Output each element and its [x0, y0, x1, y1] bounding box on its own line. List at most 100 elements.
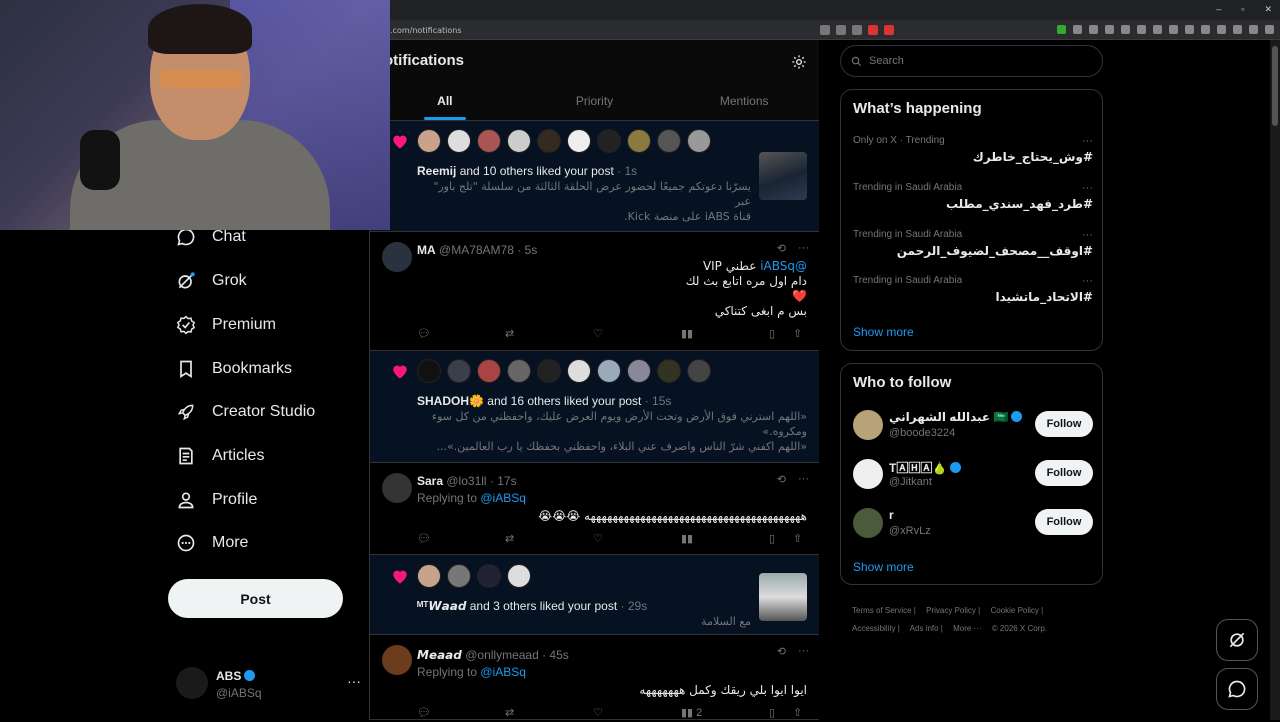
views-icon[interactable]: ▮▮ 2: [681, 706, 702, 719]
trend-item[interactable]: Trending in Saudi Arabia ··· #طرد_فهد_سند…: [853, 182, 1093, 222]
messages-fab[interactable]: [1216, 668, 1258, 710]
post-actions-top[interactable]: ⟲ ···: [777, 242, 809, 255]
reply-notification[interactable]: Sara @lo31ll · 17s ⟲ ··· Replying to @iAB…: [370, 463, 819, 555]
show-more-link[interactable]: Show more: [853, 325, 914, 339]
show-more-link[interactable]: Show more: [853, 560, 914, 574]
post-author[interactable]: 𝙈𝙚𝙖𝙖𝙙 @onllymeaad · 45s: [417, 648, 569, 662]
grok-fab[interactable]: [1216, 619, 1258, 661]
footer-link[interactable]: Cookie Policy |: [990, 606, 1043, 615]
footer-link[interactable]: Ads info |: [910, 624, 943, 633]
liker-avatars[interactable]: [417, 359, 711, 383]
like-notification[interactable]: Reemij and 10 others liked your post · 1…: [370, 121, 819, 238]
footer-link[interactable]: More ···: [953, 624, 981, 633]
liker-avatars[interactable]: [417, 129, 711, 153]
bookmark-icon[interactable]: ▯: [769, 706, 775, 719]
views-icon[interactable]: ▮▮: [681, 327, 693, 340]
reply-notification[interactable]: MA @MA78AM78 · 5s ⟲ ··· @iABSq عطني VIP د…: [370, 232, 819, 351]
reply-icon[interactable]: 💬︎: [417, 706, 431, 719]
reply-icon[interactable]: 💬︎: [417, 532, 431, 545]
sidebar-item-premium[interactable]: Premium: [176, 315, 276, 335]
account-more-icon[interactable]: ···: [347, 673, 361, 689]
url-text[interactable]: .com/notifications: [390, 26, 461, 35]
post-actions-top[interactable]: ⟲ ···: [777, 645, 809, 658]
more-icon[interactable]: ···: [798, 645, 809, 658]
like-notification[interactable]: SHADOH🌼 and 16 others liked your post · …: [370, 351, 819, 463]
like-icon[interactable]: ♡: [593, 706, 603, 719]
tab-mentions[interactable]: Mentions: [669, 80, 819, 120]
post-author[interactable]: MA @MA78AM78 · 5s: [417, 243, 537, 257]
follow-button[interactable]: Follow: [1035, 411, 1093, 437]
grok-icon[interactable]: ⟲: [777, 473, 786, 486]
trend-tag[interactable]: #الاتحاد_ماتشيدا: [995, 290, 1093, 304]
trend-tag[interactable]: #وش_يحتاج_خاطرك: [973, 150, 1093, 164]
grok-icon[interactable]: ⟲: [777, 242, 786, 255]
share-icon[interactable]: ⇧: [793, 532, 802, 545]
extension-icons[interactable]: [1057, 25, 1274, 34]
search-box[interactable]: [840, 45, 1103, 77]
follow-suggestion[interactable]: T🄰🄷🄰🍐 @Jitkant Follow: [853, 457, 1093, 493]
sidebar-item-label: Articles: [212, 447, 265, 464]
trend-item[interactable]: Only on X · Trending ··· #وش_يحتاج_خاطرك: [853, 135, 1093, 175]
grok-icon[interactable]: ⟲: [777, 645, 786, 658]
views-icon[interactable]: ▮▮: [681, 532, 693, 545]
like-icon[interactable]: ♡: [593, 327, 603, 340]
footer-link[interactable]: Terms of Service |: [852, 606, 916, 615]
bookmark-icon[interactable]: ▯: [769, 532, 775, 545]
tab-priority[interactable]: Priority: [520, 80, 670, 120]
post-thumbnail[interactable]: [759, 573, 807, 621]
bookmark-icon[interactable]: ▯: [769, 327, 775, 340]
post-thumbnail[interactable]: [759, 152, 807, 200]
post-author[interactable]: Sara @lo31ll · 17s: [417, 474, 517, 488]
share-icon[interactable]: ⇧: [793, 327, 802, 340]
trend-tag[interactable]: #اوقف__مصحف_لضيوف_الرحمن: [897, 244, 1093, 258]
liker-avatars[interactable]: [417, 564, 531, 588]
post-button[interactable]: Post: [168, 579, 343, 618]
follow-suggestion[interactable]: عبدالله الشهراني 🇸🇦 @boode3224 Follow: [853, 408, 1093, 444]
repost-icon[interactable]: ⇄: [505, 327, 514, 340]
avatar[interactable]: [853, 410, 883, 440]
like-notification[interactable]: ᴹᵀ𝙒𝙖𝙖𝙙 and 3 others liked your post · 29…: [370, 555, 819, 635]
follow-button[interactable]: Follow: [1035, 509, 1093, 535]
sidebar-item-grok[interactable]: Grok: [176, 271, 247, 291]
more-icon[interactable]: ···: [1082, 182, 1093, 194]
more-icon[interactable]: ···: [1082, 135, 1093, 147]
sidebar-item-articles[interactable]: Articles: [176, 446, 264, 466]
reply-icon[interactable]: 💬︎: [417, 327, 431, 340]
gear-icon[interactable]: [791, 54, 807, 70]
page-scrollbar[interactable]: [1270, 40, 1280, 720]
avatar[interactable]: [382, 645, 412, 675]
repost-icon[interactable]: ⇄: [505, 706, 514, 719]
address-bar-icons[interactable]: [820, 25, 894, 35]
footer-link[interactable]: Privacy Policy |: [926, 606, 980, 615]
like-icon[interactable]: ♡: [593, 532, 603, 545]
tab-all[interactable]: All: [370, 80, 520, 120]
copyright-text: © 2026 X Corp.: [991, 624, 1048, 633]
trend-item[interactable]: Trending in Saudi Arabia ··· #الاتحاد_مات…: [853, 275, 1093, 315]
search-input[interactable]: [869, 55, 1069, 67]
avatar[interactable]: [382, 242, 412, 272]
trend-item[interactable]: Trending in Saudi Arabia ··· #اوقف__مصحف_…: [853, 229, 1093, 269]
avatar[interactable]: [853, 508, 883, 538]
avatar[interactable]: [382, 473, 412, 503]
more-icon[interactable]: ···: [798, 242, 809, 255]
window-controls[interactable]: – ▫ ✕: [1216, 4, 1272, 15]
repost-icon[interactable]: ⇄: [505, 532, 514, 545]
follow-button[interactable]: Follow: [1035, 460, 1093, 486]
post-actions-top[interactable]: ⟲ ···: [777, 473, 809, 486]
sidebar-item-more[interactable]: More: [176, 533, 248, 553]
avatar[interactable]: [853, 459, 883, 489]
follow-suggestion[interactable]: r @xRvLz Follow: [853, 506, 1093, 542]
account-switcher[interactable]: ABS @iABSq ···: [176, 665, 361, 705]
trend-tag[interactable]: #طرد_فهد_سندي_مطلب: [946, 197, 1093, 211]
share-icon[interactable]: ⇧: [793, 706, 802, 719]
reply-notification[interactable]: 𝙈𝙚𝙖𝙖𝙙 @onllymeaad · 45s ⟲ ··· Replying to…: [370, 635, 819, 720]
scrollbar-thumb[interactable]: [1272, 46, 1278, 126]
sidebar-item-profile[interactable]: Profile: [176, 490, 257, 510]
more-icon[interactable]: ···: [798, 473, 809, 486]
footer-link[interactable]: Accessibility |: [852, 624, 900, 633]
more-icon[interactable]: ···: [1082, 275, 1093, 287]
sidebar-item-bookmarks[interactable]: Bookmarks: [176, 359, 292, 379]
more-icon[interactable]: ···: [1082, 229, 1093, 241]
sidebar-item-creator-studio[interactable]: Creator Studio: [176, 402, 315, 422]
sidebar-item-chat[interactable]: Chat: [176, 227, 246, 247]
